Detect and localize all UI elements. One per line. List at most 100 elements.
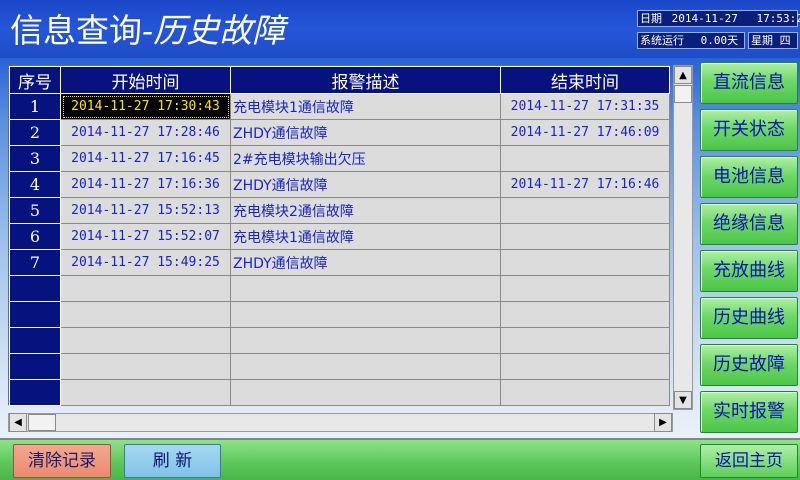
time-value: 17:53:28 — [756, 12, 800, 25]
table-row[interactable]: 1 2014-11-27 17:30:43 充电模块1通信故障 2014-11-… — [9, 93, 670, 120]
arrow-right-icon: ▶ — [659, 417, 667, 428]
row-description[interactable] — [230, 301, 501, 328]
header-bar: 信息查询-历史故障 日期 2014-11-27 17:53:28 系统运行 0.… — [0, 0, 800, 58]
row-end-time[interactable] — [500, 275, 670, 302]
runtime-label: 系统运行 — [640, 34, 684, 47]
row-end-time[interactable] — [500, 379, 670, 406]
page-title: 信息查询-历史故障 — [10, 10, 285, 52]
row-start-time[interactable] — [60, 379, 231, 406]
return-home-button[interactable]: 返回主页 — [700, 444, 798, 478]
nav-insulation-info-button[interactable]: 绝缘信息 — [700, 203, 798, 245]
row-end-time[interactable]: 2014-11-27 17:46:09 — [500, 119, 670, 146]
nav-history-fault-button[interactable]: 历史故障 — [700, 344, 798, 386]
row-index: 2 — [9, 119, 61, 146]
nav-history-curve-button[interactable]: 历史曲线 — [700, 297, 798, 339]
weekday-display: 星期 四 — [748, 32, 798, 49]
table-row[interactable] — [9, 275, 670, 302]
page-title-sub: -历史故障 — [142, 11, 286, 50]
table-row[interactable] — [9, 379, 670, 406]
row-start-time[interactable]: 2014-11-27 17:16:36 — [60, 171, 231, 198]
row-start-time[interactable]: 2014-11-27 17:28:46 — [60, 119, 231, 146]
row-index: 4 — [9, 171, 61, 198]
row-end-time[interactable] — [500, 353, 670, 380]
arrow-left-icon: ◀ — [14, 417, 22, 428]
row-end-time[interactable] — [500, 249, 670, 276]
footer-bar: 清除记录 刷 新 返回主页 — [0, 438, 800, 480]
row-start-time[interactable] — [60, 327, 231, 354]
table-row[interactable]: 2 2014-11-27 17:28:46 ZHDY通信故障 2014-11-2… — [9, 119, 670, 146]
horizontal-scroll-thumb[interactable] — [28, 414, 56, 431]
row-start-time[interactable] — [60, 353, 231, 380]
horizontal-scrollbar[interactable]: ◀ ▶ — [8, 413, 673, 432]
row-index: 6 — [9, 223, 61, 250]
row-start-time[interactable]: 2014-11-27 15:49:25 — [60, 249, 231, 276]
col-header-description: 报警描述 — [230, 66, 501, 94]
scroll-down-button[interactable]: ▼ — [674, 391, 692, 409]
row-description[interactable]: ZHDY通信故障 — [230, 171, 501, 198]
scroll-right-button[interactable]: ▶ — [654, 413, 672, 432]
row-start-time[interactable]: 2014-11-27 17:16:45 — [60, 145, 231, 172]
row-start-time[interactable] — [60, 275, 231, 302]
page-title-main: 信息查询 — [10, 11, 142, 50]
clear-records-button[interactable]: 清除记录 — [13, 444, 111, 478]
nav-battery-info-button[interactable]: 电池信息 — [700, 156, 798, 198]
row-end-time[interactable] — [500, 223, 670, 250]
row-description[interactable] — [230, 275, 501, 302]
row-description[interactable] — [230, 353, 501, 380]
row-description[interactable]: 2#充电模块输出欠压 — [230, 145, 501, 172]
scroll-up-button[interactable]: ▲ — [674, 66, 692, 84]
vertical-scroll-thumb[interactable] — [674, 85, 692, 103]
row-index: 1 — [9, 93, 61, 120]
runtime-display: 系统运行 0.00天 — [637, 32, 745, 49]
table-row[interactable]: 4 2014-11-27 17:16:36 ZHDY通信故障 2014-11-2… — [9, 171, 670, 198]
col-header-end-time: 结束时间 — [500, 66, 670, 94]
refresh-button[interactable]: 刷 新 — [124, 444, 221, 478]
row-index — [9, 327, 61, 354]
date-display: 日期 2014-11-27 17:53:28 — [637, 10, 800, 27]
row-index: 7 — [9, 249, 61, 276]
row-start-time[interactable]: 2014-11-27 15:52:13 — [60, 197, 231, 224]
arrow-up-icon: ▲ — [679, 69, 687, 81]
date-value: 2014-11-27 — [671, 12, 738, 25]
vertical-scrollbar[interactable]: ▲ ▼ — [673, 65, 693, 410]
table-row[interactable]: 6 2014-11-27 15:52:07 充电模块1通信故障 — [9, 223, 670, 250]
row-end-time[interactable]: 2014-11-27 17:16:46 — [500, 171, 670, 198]
fault-table: 序号 开始时间 报警描述 结束时间 1 2014-11-27 17:30:43 … — [9, 66, 670, 406]
table-row[interactable] — [9, 327, 670, 354]
table-row[interactable]: 5 2014-11-27 15:52:13 充电模块2通信故障 — [9, 197, 670, 224]
row-end-time[interactable] — [500, 301, 670, 328]
row-end-time[interactable] — [500, 327, 670, 354]
row-index: 5 — [9, 197, 61, 224]
row-end-time[interactable]: 2014-11-27 17:31:35 — [500, 93, 670, 120]
row-description[interactable]: ZHDY通信故障 — [230, 249, 501, 276]
table-row[interactable]: 3 2014-11-27 17:16:45 2#充电模块输出欠压 — [9, 145, 670, 172]
row-index — [9, 353, 61, 380]
nav-realtime-alarm-button[interactable]: 实时报警 — [700, 391, 798, 433]
row-end-time[interactable] — [500, 197, 670, 224]
row-end-time[interactable] — [500, 145, 670, 172]
row-start-time[interactable] — [60, 301, 231, 328]
row-description[interactable] — [230, 327, 501, 354]
row-index — [9, 379, 61, 406]
weekday-value: 四 — [779, 34, 791, 47]
row-start-time[interactable]: 2014-11-27 15:52:07 — [60, 223, 231, 250]
table-row[interactable] — [9, 353, 670, 380]
row-description[interactable]: 充电模块1通信故障 — [230, 93, 501, 120]
fault-history-table: 序号 开始时间 报警描述 结束时间 1 2014-11-27 17:30:43 … — [8, 65, 670, 406]
row-description[interactable]: 充电模块2通信故障 — [230, 197, 501, 224]
row-index: 3 — [9, 145, 61, 172]
table-row[interactable]: 7 2014-11-27 15:49:25 ZHDY通信故障 — [9, 249, 670, 276]
runtime-value: 0.00天 — [700, 34, 739, 47]
row-description[interactable]: 充电模块1通信故障 — [230, 223, 501, 250]
nav-charge-curve-button[interactable]: 充放曲线 — [700, 250, 798, 292]
table-row[interactable] — [9, 301, 670, 328]
row-description[interactable] — [230, 379, 501, 406]
row-index — [9, 301, 61, 328]
row-index — [9, 275, 61, 302]
row-description[interactable]: ZHDY通信故障 — [230, 119, 501, 146]
nav-switch-status-button[interactable]: 开关状态 — [700, 109, 798, 151]
nav-dc-info-button[interactable]: 直流信息 — [700, 62, 798, 104]
date-label: 日期 — [640, 12, 662, 25]
scroll-left-button[interactable]: ◀ — [9, 413, 27, 432]
row-start-time[interactable]: 2014-11-27 17:30:43 — [60, 93, 231, 120]
